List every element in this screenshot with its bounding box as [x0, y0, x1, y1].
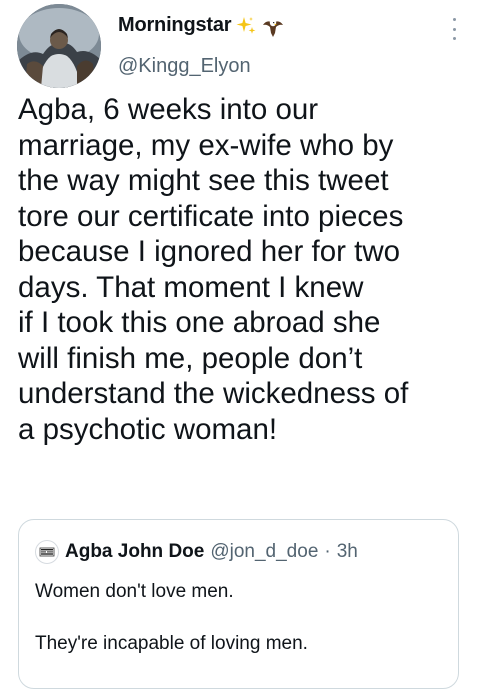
tweet-text-line: days. That moment I knew — [18, 270, 364, 304]
author-display-name[interactable]: Morningstar — [118, 14, 232, 37]
author-handle[interactable]: @Kingg_Elyon — [118, 55, 251, 78]
quoted-paragraph: They're incapable of loving men. — [35, 633, 308, 654]
quoted-paragraph: Women don't love men. — [35, 581, 234, 602]
author-name-row[interactable]: Morningstar — [118, 14, 284, 37]
tweet-text-line: marriage, my ex-wife who by — [18, 128, 394, 162]
tweet-text-line: because I ignored her for two — [18, 235, 401, 268]
avatar[interactable] — [17, 4, 101, 88]
tweet-text-line: understand the wickedness of — [18, 377, 409, 410]
eagle-icon — [261, 15, 284, 37]
quoted-display-name[interactable]: Agba John Doe — [65, 541, 204, 563]
tweet-text-line: the way might see this tweet — [18, 164, 389, 197]
sparkles-icon — [235, 15, 257, 37]
tweet-text-line: if I took this one abroad she — [18, 306, 381, 339]
tweet-text: Agba, 6 weeks into our marriage, my ex-w… — [18, 92, 470, 447]
tweet-text-line: will finish me, people don’t — [18, 341, 363, 375]
more-options-icon[interactable] — [451, 18, 457, 40]
quoted-tweet-header: Agba John Doe @jon_d_doe · 3h — [35, 540, 358, 564]
tweet-text-line: a psychotic woman! — [18, 412, 278, 446]
quoted-tweet[interactable]: Agba John Doe @jon_d_doe · 3h Women don'… — [18, 519, 459, 689]
quoted-avatar[interactable] — [35, 540, 59, 564]
quoted-handle[interactable]: @jon_d_doe — [210, 541, 318, 563]
quoted-separator: · — [324, 541, 331, 562]
avatar-image — [17, 4, 101, 88]
tweet-text-line: tore our certificate into pieces — [18, 199, 404, 233]
quoted-tweet-text: Women don't love men. They're incapable … — [35, 580, 445, 656]
tweet-text-line: Agba, 6 weeks into our — [18, 93, 319, 126]
quoted-timestamp[interactable]: 3h — [337, 541, 358, 563]
